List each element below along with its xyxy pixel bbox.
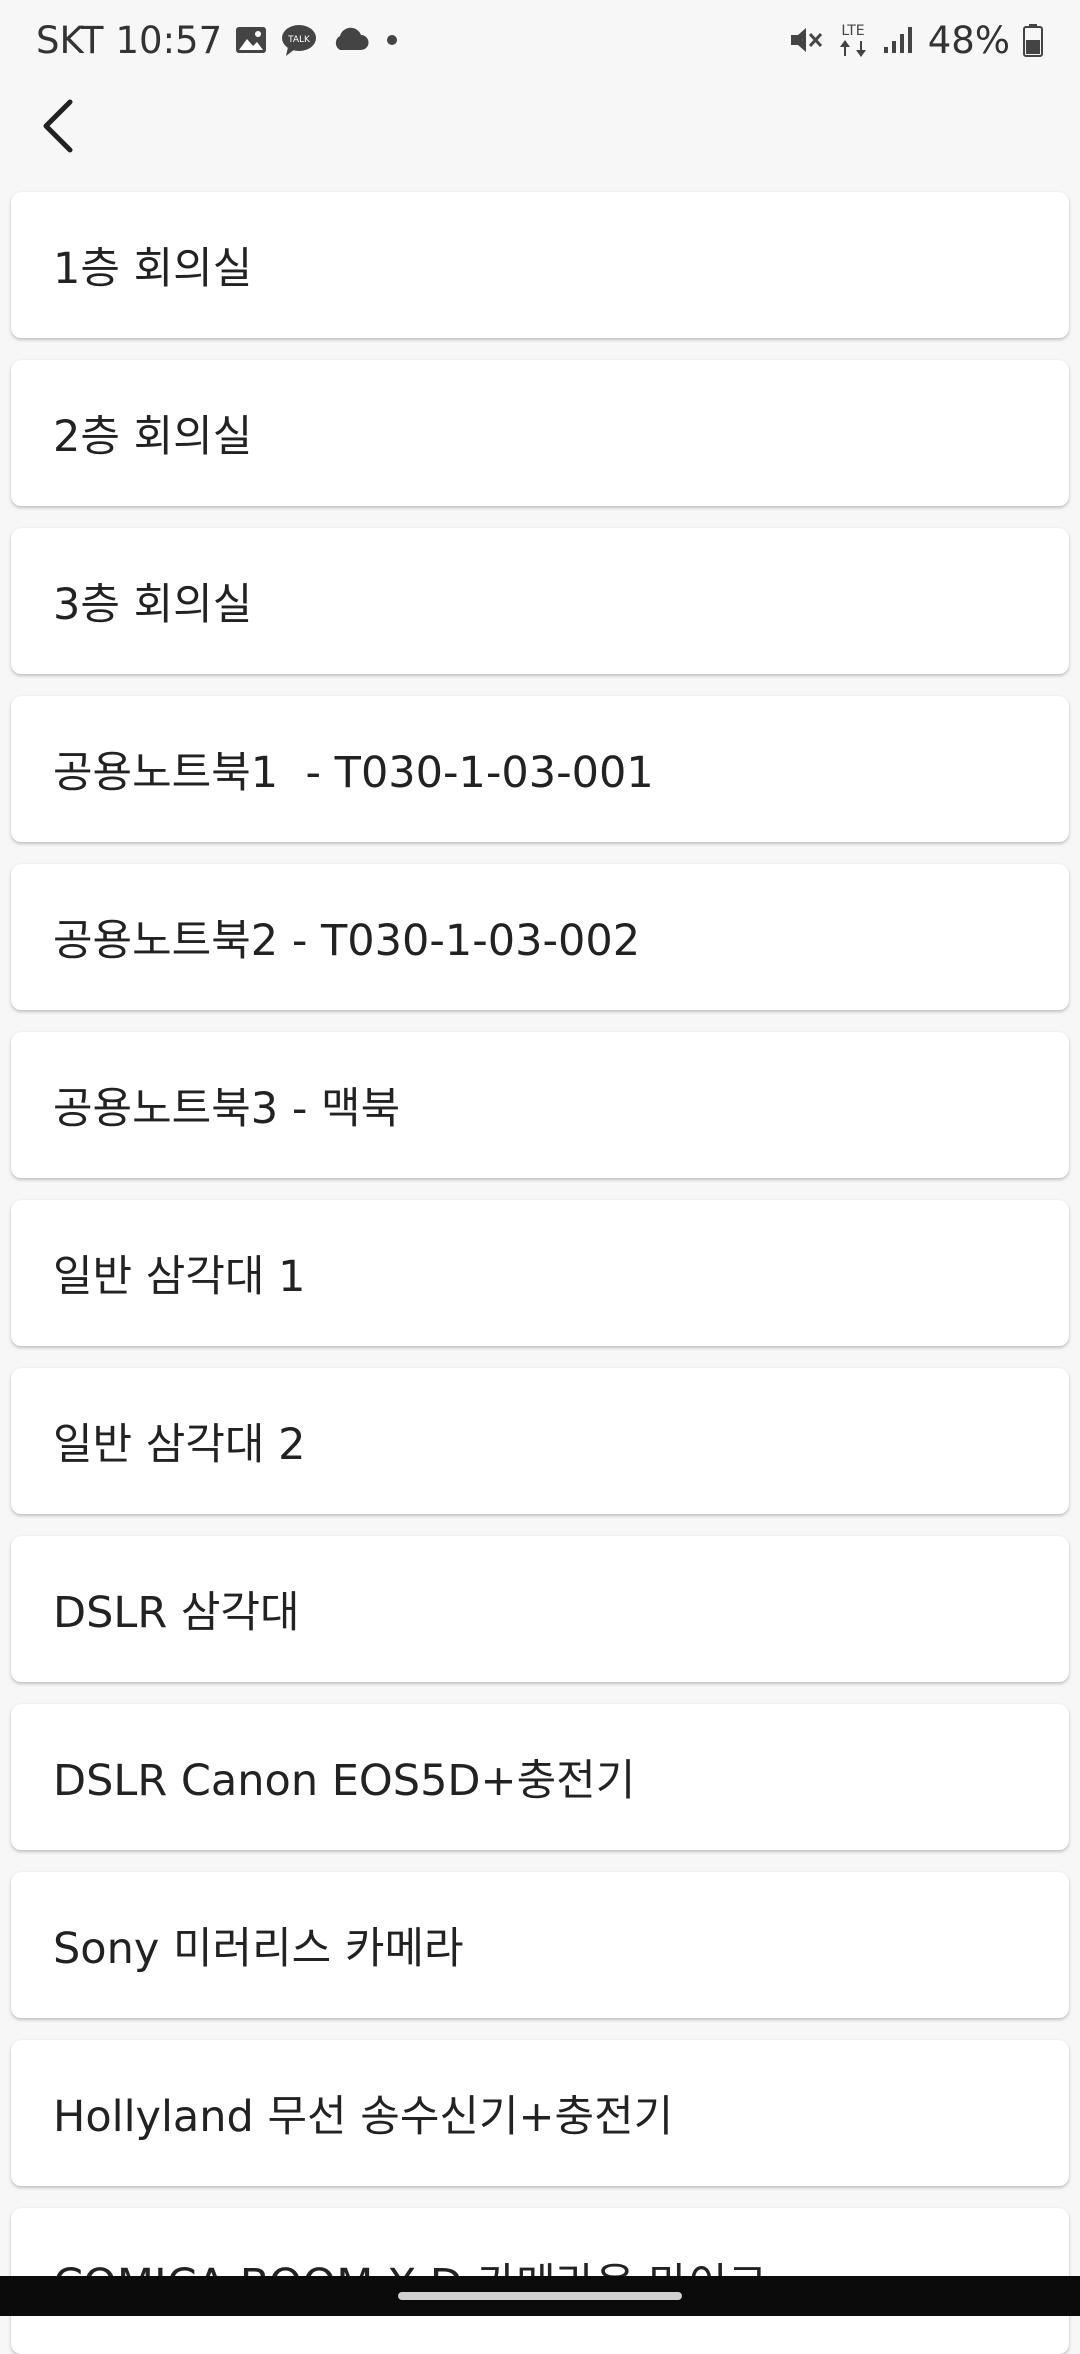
list-item[interactable]: 일반 삼각대 2 [11,1368,1069,1514]
list-item[interactable]: 공용노트북2 - T030-1-03-002 [11,864,1069,1010]
battery-percent: 48% [927,18,1010,62]
chevron-left-icon [38,98,78,158]
talk-icon: TALK [280,23,318,57]
list-item[interactable]: 2층 회의실 [11,360,1069,506]
list-item-label: 공용노트북3 - 맥북 [53,1084,401,1134]
lte-icon: LTE [836,20,870,60]
list-item-label: 일반 삼각대 2 [53,1420,306,1470]
mute-icon [788,23,824,57]
status-right: LTE 48% [788,19,1044,62]
battery-icon [1022,23,1044,57]
list-item-label: 일반 삼각대 1 [53,1252,306,1302]
list-item-label: 1층 회의실 [53,244,253,294]
signal-icon [882,25,916,55]
home-handle[interactable] [398,2292,682,2300]
status-left: SKT 10:57 TALK [36,19,402,62]
list-item[interactable]: DSLR 삼각대 [11,1536,1069,1682]
list-item-label: DSLR Canon EOS5D+충전기 [53,1756,636,1806]
list-item[interactable]: 일반 삼각대 1 [11,1200,1069,1346]
gallery-icon [234,25,268,55]
list-item-label: Sony 미러리스 카메라 [53,1924,464,1974]
status-bar: SKT 10:57 TALK LTE 48% [0,0,1080,80]
list-item[interactable]: 3층 회의실 [11,528,1069,674]
list-item[interactable]: Hollyland 무선 송수신기+충전기 [11,2040,1069,2186]
cloud-icon [330,26,370,54]
list-item-label: Hollyland 무선 송수신기+충전기 [53,2092,674,2142]
clock-time: 10:57 [115,18,223,62]
list-item-label: 2층 회의실 [53,412,253,462]
navigation-bar [0,2276,1080,2316]
carrier-label: SKT [36,18,104,62]
svg-text:LTE: LTE [841,23,864,39]
svg-text:TALK: TALK [287,35,311,45]
list-item[interactable]: Sony 미러리스 카메라 [11,1872,1069,2018]
list-item-label: DSLR 삼각대 [53,1588,300,1638]
list-item[interactable]: 1층 회의실 [11,192,1069,338]
list-item[interactable]: 공용노트북3 - 맥북 [11,1032,1069,1178]
list-item-label: 공용노트북1 - T030-1-03-001 [53,748,654,798]
dot-icon [382,30,402,50]
list-item-label: 공용노트북2 - T030-1-03-002 [53,916,641,966]
list-item-label: 3층 회의실 [53,580,253,630]
list-item[interactable]: DSLR Canon EOS5D+충전기 [11,1704,1069,1850]
list-item[interactable]: 공용노트북1 - T030-1-03-001 [11,696,1069,842]
back-button[interactable] [18,88,98,168]
